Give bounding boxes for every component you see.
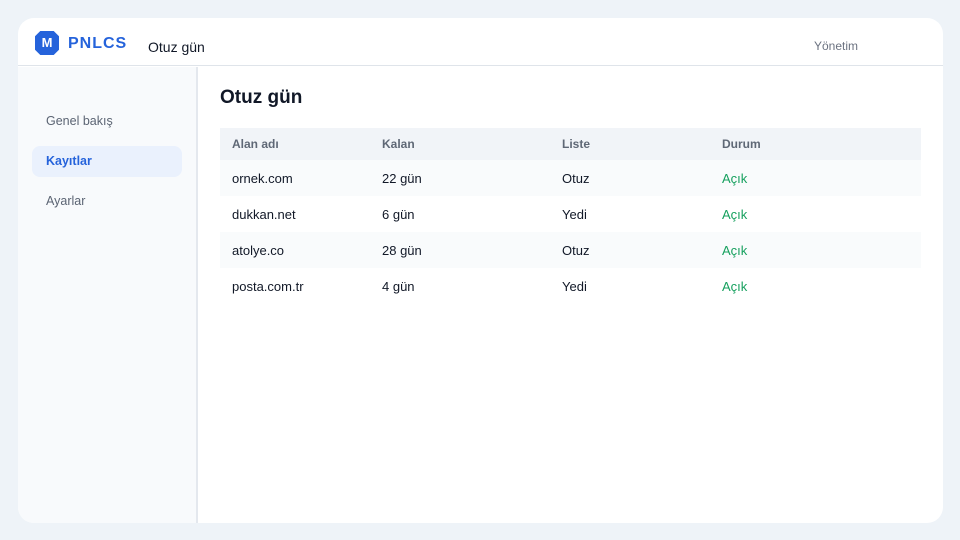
list-cell: Yedi xyxy=(562,207,587,222)
sidebar-item-records[interactable]: Kayıtlar xyxy=(32,146,182,177)
table-header-row: Alan adı Kalan Liste Durum xyxy=(220,128,921,160)
column-header-list: Liste xyxy=(562,137,591,151)
list-cell: Otuz xyxy=(562,243,590,258)
topbar: M PNLCS Otuz gün Yönetim xyxy=(18,18,943,66)
app-window: M PNLCS Otuz gün Yönetim Genel bakış Kay… xyxy=(18,18,943,523)
domain-cell: ornek.com xyxy=(232,171,293,186)
remaining-cell: 28 gün xyxy=(382,243,422,258)
list-cell: Yedi xyxy=(562,279,587,294)
remaining-cell: 6 gün xyxy=(382,207,415,222)
domain-cell: posta.com.tr xyxy=(232,279,304,294)
status-badge: Açık xyxy=(722,243,748,258)
remaining-cell: 4 gün xyxy=(382,279,415,294)
logo-icon: M xyxy=(35,31,59,55)
table-row[interactable]: posta.com.tr 4 gün Yedi Açık xyxy=(220,268,921,304)
sidebar: Genel bakış Kayıtlar Ayarlar xyxy=(18,67,198,523)
sidebar-item-overview[interactable]: Genel bakış xyxy=(32,106,182,137)
status-badge: Açık xyxy=(722,279,748,294)
column-header-status: Durum xyxy=(722,137,761,151)
table-row[interactable]: atolye.co 28 gün Otuz Açık xyxy=(220,232,921,268)
brand-name: PNLCS xyxy=(68,35,128,52)
domain-cell: atolye.co xyxy=(232,243,285,258)
list-cell: Otuz xyxy=(562,171,590,186)
column-header-remaining: Kalan xyxy=(382,137,415,151)
table-row[interactable]: dukkan.net 6 gün Yedi Açık xyxy=(220,196,921,232)
sidebar-item-settings[interactable]: Ayarlar xyxy=(32,186,182,217)
status-badge: Açık xyxy=(722,207,748,222)
topbar-title: Otuz gün xyxy=(148,39,205,55)
page-title: Otuz gün xyxy=(220,87,303,108)
column-header-domain: Alan adı xyxy=(232,137,279,151)
domain-cell: dukkan.net xyxy=(232,207,296,222)
status-badge: Açık xyxy=(722,171,748,186)
remaining-cell: 22 gün xyxy=(382,171,422,186)
main-content: Otuz gün Alan adı Kalan Liste Durum orne… xyxy=(198,67,943,523)
admin-menu-link[interactable]: Yönetim xyxy=(814,39,858,53)
table-row[interactable]: ornek.com 22 gün Otuz Açık xyxy=(220,160,921,196)
domains-table: Alan adı Kalan Liste Durum ornek.com 22 … xyxy=(220,128,921,304)
